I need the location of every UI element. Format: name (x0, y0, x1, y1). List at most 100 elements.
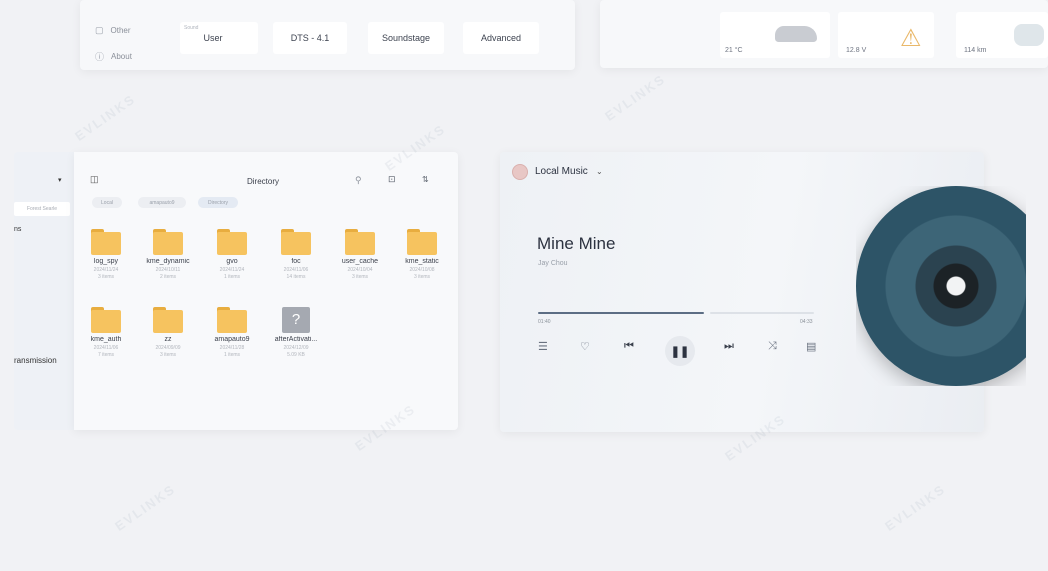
file-item[interactable]: ? afterActivati... 2024/12/09 5.09 KB (266, 307, 326, 358)
folder-count: 3 items (97, 274, 115, 280)
sidebar-toggle-icon[interactable]: ◫ (90, 174, 99, 185)
tab-user[interactable]: Sound User (180, 22, 258, 54)
file-browser: ◫ Directory ⚲ ⊡ ⇅ Local amapauto9 Direct… (74, 152, 458, 430)
folder-date: 2024/09/09 (155, 345, 181, 351)
folder-name: zz (164, 336, 172, 343)
folder-item[interactable]: kme_dynamic 2024/10/11 2 items (138, 229, 198, 280)
search-icon[interactable]: ⚲ (355, 175, 362, 186)
folder-name: kme_static (405, 258, 439, 265)
tab-label: User (203, 33, 223, 43)
settings-small-icon: ▢ (95, 25, 104, 35)
sidebar-item-transmission[interactable]: ransmission (14, 356, 57, 365)
folder-item[interactable]: zz 2024/09/09 3 items (138, 307, 198, 358)
shuffle-icon[interactable]: ⤨ (768, 340, 777, 353)
sidebar-item-partial[interactable]: ns (14, 226, 21, 233)
avatar[interactable] (512, 164, 528, 180)
music-player: Local Music ⌄ Mine Mine Jay Chou 01:40 0… (500, 152, 1026, 432)
breadcrumb-item[interactable]: Directory (198, 197, 238, 208)
tab-dts[interactable]: DTS - 4.1 (273, 22, 347, 54)
pause-button[interactable]: ❚❚ (665, 336, 695, 366)
folder-item[interactable]: kme_static 2024/10/08 3 items (392, 229, 452, 280)
tab-advanced[interactable]: Advanced (463, 22, 539, 54)
chevron-down-icon[interactable]: ⌄ (596, 167, 603, 176)
audio-settings-panel: ▢ Other ⓘ About Sound User DTS - 4.1 Sou… (80, 0, 575, 70)
folder-date: 2024/11/24 (219, 267, 245, 273)
folder-date: 2024/11/06 (93, 345, 119, 351)
tab-label: Soundstage (381, 33, 431, 43)
folder-icon (153, 229, 183, 255)
folder-count: 3 items (159, 352, 177, 358)
folder-icon (407, 229, 437, 255)
tab-sublabel: Sound (184, 25, 199, 31)
folder-name: user_cache (341, 258, 379, 265)
sidebar-item-about[interactable]: ⓘ About (95, 50, 132, 63)
folder-name: log_spy (93, 258, 119, 265)
folder-icon (91, 307, 121, 333)
progress-bar-fill[interactable] (538, 312, 704, 314)
watermark: EVLINKS (112, 481, 179, 534)
unknown-file-icon: ? (282, 307, 310, 333)
album-art-disc (856, 186, 1026, 386)
folder-name: gvo (226, 258, 238, 265)
tab-soundstage[interactable]: Soundstage (368, 22, 444, 54)
folder-count: 7 items (97, 352, 115, 358)
breadcrumb-item[interactable]: Local (92, 197, 122, 208)
folder-name: kme_auth (90, 336, 122, 343)
folder-count: 3 items (413, 274, 431, 280)
search-hint[interactable]: Forest Searle (14, 202, 70, 216)
range-cell: 114 km (956, 12, 1048, 58)
file-size: 5.09 KB (287, 352, 305, 358)
folder-icon (217, 229, 247, 255)
voltage-cell: 12.8 V ⚠ (838, 12, 934, 58)
progress-bar-track[interactable] (710, 312, 814, 314)
folder-item[interactable]: log_spy 2024/11/24 3 items (76, 229, 136, 280)
playlist-icon[interactable]: ☰ (538, 340, 548, 353)
folder-count: 1 items (223, 274, 241, 280)
folder-count: 2 items (159, 274, 177, 280)
heart-icon[interactable]: ♡ (580, 340, 590, 353)
folder-icon (153, 307, 183, 333)
folder-date: 2024/10/08 (409, 267, 435, 273)
folder-item[interactable]: amapauto9 2024/11/28 1 items (202, 307, 262, 358)
folder-date: 2024/10/11 (155, 267, 181, 273)
folder-item[interactable]: kme_auth 2024/11/06 7 items (76, 307, 136, 358)
folder-icon (91, 229, 121, 255)
folder-name: foc (291, 258, 301, 265)
temperature-value: 21 °C (725, 47, 743, 54)
folder-item[interactable]: user_cache 2024/10/04 3 items (330, 229, 390, 280)
breadcrumb-item[interactable]: amapauto9 (138, 197, 186, 208)
watermark: EVLINKS (72, 91, 139, 144)
next-icon[interactable]: ⏭ (724, 340, 734, 353)
sidebar-item-other[interactable]: ▢ Other (95, 25, 131, 36)
lyrics-icon[interactable]: ▤ (806, 340, 816, 353)
elapsed-time: 01:40 (538, 319, 551, 325)
folder-count: 1 items (223, 352, 241, 358)
sort-icon[interactable]: ⇅ (422, 175, 429, 184)
music-source-label[interactable]: Local Music (535, 166, 588, 177)
folder-date: 2024/11/28 (219, 345, 245, 351)
artist-name: Jay Chou (538, 260, 568, 267)
info-icon: ⓘ (95, 52, 105, 62)
folder-item[interactable]: foc 2024/11/06 14 items (266, 229, 326, 280)
folder-date: 2024/11/24 (93, 267, 119, 273)
album-cover (856, 186, 1026, 386)
voltage-value: 12.8 V (846, 47, 867, 54)
watermark: EVLINKS (602, 71, 669, 124)
chevron-down-icon[interactable]: ▾ (58, 176, 62, 184)
file-sidebar: ▾ Forest Searle ns ransmission (14, 152, 74, 430)
file-name: afterActivati... (274, 336, 318, 343)
range-value: 114 km (964, 47, 987, 54)
vehicle-status-panel: 21 °C 12.8 V ⚠ 114 km (600, 0, 1048, 68)
duration-time: 04:33 (800, 319, 813, 325)
pause-icon: ❚❚ (670, 345, 690, 358)
folder-item[interactable]: gvo 2024/11/24 1 items (202, 229, 262, 280)
folder-date: 2024/10/04 (347, 267, 373, 273)
new-folder-icon[interactable]: ⊡ (388, 174, 396, 185)
folder-icon (217, 307, 247, 333)
previous-icon[interactable]: ⏮ (624, 340, 634, 353)
range-icon (1014, 24, 1044, 46)
song-title: Mine Mine (537, 234, 616, 253)
sidebar-item-label: Other (110, 26, 131, 35)
folder-name: kme_dynamic (146, 258, 190, 265)
tab-label: Advanced (480, 33, 522, 43)
